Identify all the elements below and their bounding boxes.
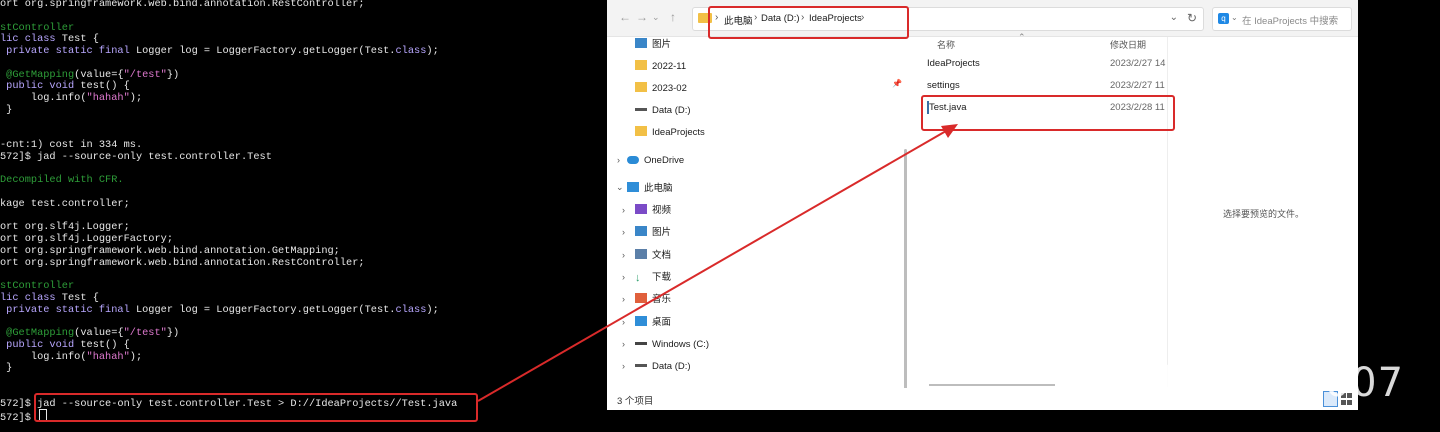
watermark: 知乎 @码农007 [1106,360,1405,406]
